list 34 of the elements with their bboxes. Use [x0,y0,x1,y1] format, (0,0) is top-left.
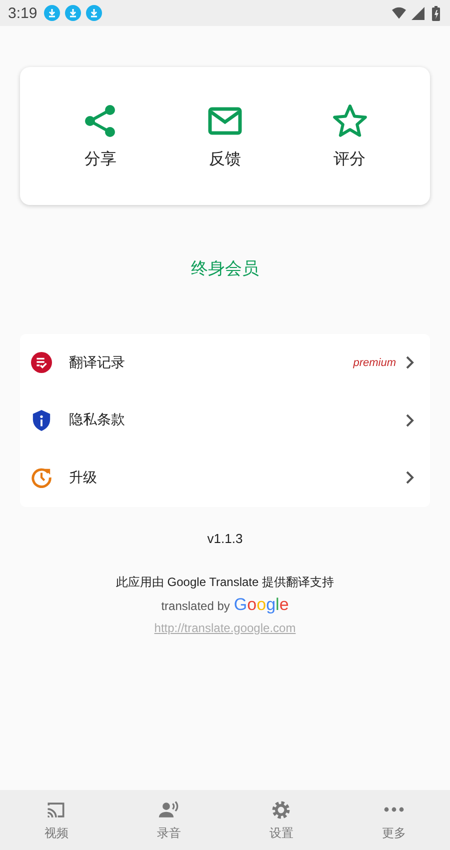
star-button[interactable]: 评分 [322,98,378,174]
download-icon [44,5,60,21]
google-logo: Google [234,594,289,614]
download-icon [86,5,102,21]
wifi-icon [392,6,406,20]
speaking-person-icon [156,798,181,820]
nav-tab[interactable]: 录音 [112,790,225,850]
download-icon [65,5,82,21]
menu-label: 翻译记录 [69,354,125,372]
menu-item[interactable]: 升级 [20,449,430,506]
menu-item[interactable]: 翻译记录 premium [20,334,430,392]
nav-tab[interactable]: 设置 [225,790,338,850]
battery-icon [432,6,440,20]
nav-tab[interactable]: 视频 [0,790,112,850]
chevron-right-icon [406,471,414,484]
star-icon [332,102,368,138]
checklist-icon [31,352,52,374]
signal-icon [411,6,425,20]
menu-label: 升级 [69,468,97,487]
shield-icon [31,410,52,431]
clock: 3:19 [8,4,38,22]
credits-text: 此应用由 Google Translate 提供翻译支持 [116,574,334,590]
share-button[interactable]: 分享 [72,98,128,174]
menu-label: 隐私条款 [69,411,125,430]
chevron-right-icon [406,414,414,427]
translated-by-text: translated by [161,598,230,612]
chevron-right-icon [406,356,414,370]
nav-tab[interactable]: 更多 [338,790,450,850]
clock-refresh-icon [31,467,52,488]
premium-label: premium [353,356,396,369]
mail-button[interactable]: 反馈 [196,98,253,174]
more-icon [384,806,404,812]
menu-item[interactable]: 隐私条款 [20,392,430,449]
version-text: v1.1.3 [207,530,243,546]
